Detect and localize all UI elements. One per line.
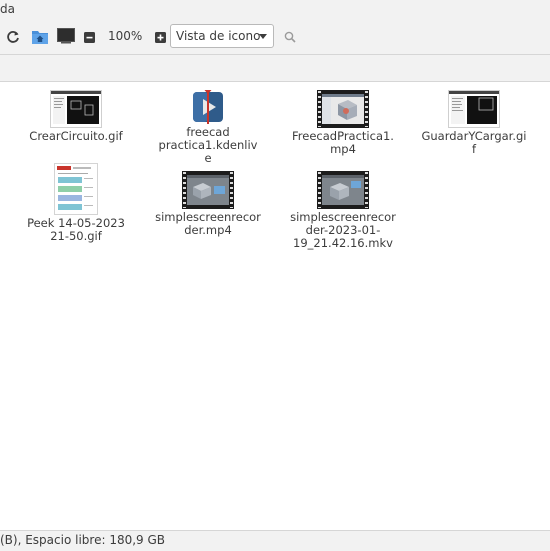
file-item[interactable]: simplescreenrecorder-2023-01-19_21.42.16…: [290, 171, 396, 250]
zoom-out-icon: [83, 31, 95, 43]
reload-icon: [7, 31, 19, 43]
zoom-out-button[interactable]: [82, 30, 96, 44]
view-mode-value: Vista de icono: [176, 29, 261, 43]
file-name: simplescreenrecorder-2023-01-19_21.42.16…: [290, 210, 396, 250]
video-thumbnail-icon: [182, 171, 234, 209]
kdenlive-project-icon: [191, 90, 225, 124]
view-mode-select[interactable]: Vista de icono: [170, 24, 274, 48]
title-bar: da: [0, 0, 550, 20]
file-item[interactable]: simplescreenrecorder.mp4: [155, 171, 261, 237]
file-name: Peek 14-05-2023 21-50.gif: [27, 216, 125, 243]
zoom-in-button[interactable]: [153, 30, 167, 44]
gif-thumbnail-icon: [50, 90, 102, 128]
file-item[interactable]: GuardarYCargar.gif: [421, 90, 527, 156]
chevron-down-icon: [259, 34, 267, 39]
gif-thumbnail-icon: [448, 90, 500, 128]
file-name: FreecadPractica1.mp4: [292, 129, 394, 156]
reload-button[interactable]: [4, 28, 22, 46]
free-space-status: (B), Espacio libre: 180,9 GB: [0, 533, 166, 547]
file-item[interactable]: Peek 14-05-2023 21-50.gif: [23, 163, 129, 243]
video-thumbnail-icon: [317, 171, 369, 209]
terminal-icon: [57, 28, 75, 44]
gif-thumbnail-icon: [54, 163, 98, 215]
home-button[interactable]: [29, 26, 51, 48]
search-icon: [284, 31, 296, 43]
search-button[interactable]: [282, 29, 298, 45]
zoom-in-icon: [154, 31, 166, 43]
file-item[interactable]: CrearCircuito.gif: [23, 90, 129, 143]
home-folder-icon: [32, 31, 48, 44]
file-name: GuardarYCargar.gif: [421, 129, 527, 156]
file-item[interactable]: freecad practica1.kdenlive: [155, 90, 261, 165]
toolbar: 100% Vista de icono: [0, 20, 550, 55]
video-thumbnail-icon: [317, 90, 369, 128]
terminal-button[interactable]: [56, 26, 76, 46]
location-bar: [0, 55, 550, 82]
zoom-level: 100%: [108, 29, 143, 43]
file-name: CrearCircuito.gif: [29, 129, 123, 143]
file-view[interactable]: CrearCircuito.gif freecad practica1.kden…: [0, 82, 550, 529]
file-name: freecad practica1.kdenlive: [158, 125, 258, 165]
file-name: simplescreenrecorder.mp4: [155, 210, 261, 237]
window-title: da: [0, 2, 15, 16]
file-item[interactable]: FreecadPractica1.mp4: [290, 90, 396, 156]
status-bar: (B), Espacio libre: 180,9 GB: [0, 530, 550, 551]
